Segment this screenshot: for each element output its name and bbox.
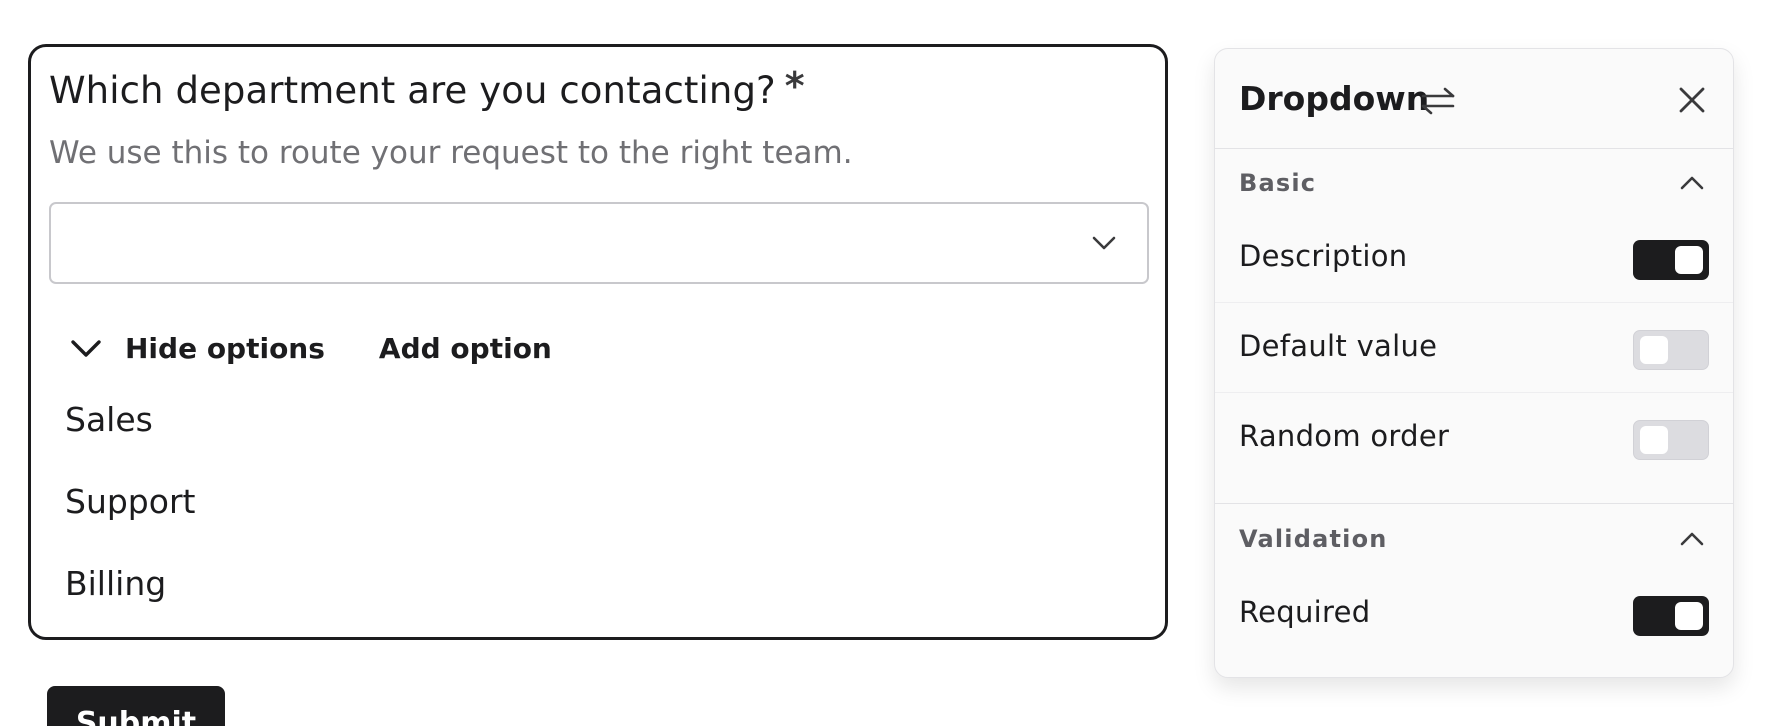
panel-header: Dropdown [1215, 49, 1733, 149]
chevron-down-icon [1092, 236, 1116, 250]
setting-label: Required [1239, 595, 1371, 629]
hide-options-label: Hide options [125, 331, 325, 365]
section-header-basic[interactable]: Basic [1215, 151, 1733, 211]
toggle-knob [1675, 602, 1703, 630]
options-list: Sales Support Billing [65, 395, 195, 641]
setting-row-required: Required [1215, 569, 1733, 659]
setting-row-description: Description [1215, 213, 1733, 303]
setting-label: Description [1239, 239, 1408, 273]
options-toolbar: Hide options Add option [49, 323, 552, 373]
field-settings-panel: Dropdown Basic Description Default value… [1214, 48, 1734, 678]
question-title-row: Which department are you contacting? * [49, 64, 805, 112]
toggle-knob [1675, 246, 1703, 274]
required-toggle[interactable] [1633, 596, 1709, 636]
section-title: Validation [1239, 525, 1388, 553]
toggle-knob [1640, 336, 1668, 364]
chevron-down-icon [71, 340, 101, 357]
panel-title: Dropdown [1239, 79, 1430, 118]
swap-icon[interactable] [1418, 85, 1458, 117]
setting-label: Default value [1239, 329, 1438, 363]
required-marker: * [784, 64, 805, 108]
description-toggle[interactable] [1633, 240, 1709, 280]
option-item[interactable]: Sales [65, 395, 195, 477]
setting-row-random-order: Random order [1215, 393, 1733, 483]
close-icon[interactable] [1677, 85, 1707, 115]
section-divider [1215, 503, 1733, 504]
add-option-button[interactable]: Add option [379, 332, 552, 365]
hide-options-button[interactable]: Hide options [49, 332, 325, 365]
submit-button[interactable]: Submit [47, 686, 225, 726]
random-order-toggle[interactable] [1633, 420, 1709, 460]
question-card[interactable]: Which department are you contacting? * W… [28, 44, 1168, 640]
form-builder-page: Which department are you contacting? * W… [0, 0, 1780, 726]
add-option-label: Add option [378, 331, 552, 365]
section-header-validation[interactable]: Validation [1215, 507, 1733, 567]
question-description[interactable]: We use this to route your request to the… [49, 135, 853, 171]
department-select[interactable] [49, 202, 1149, 284]
chevron-up-icon [1680, 176, 1704, 190]
toggle-knob [1640, 426, 1668, 454]
option-item[interactable]: Billing [65, 559, 195, 641]
section-title: Basic [1239, 169, 1317, 197]
default-value-toggle[interactable] [1633, 330, 1709, 370]
question-title[interactable]: Which department are you contacting? [49, 69, 776, 112]
setting-label: Random order [1239, 419, 1450, 453]
chevron-up-icon [1680, 532, 1704, 546]
setting-row-default-value: Default value [1215, 303, 1733, 393]
option-item[interactable]: Support [65, 477, 195, 559]
